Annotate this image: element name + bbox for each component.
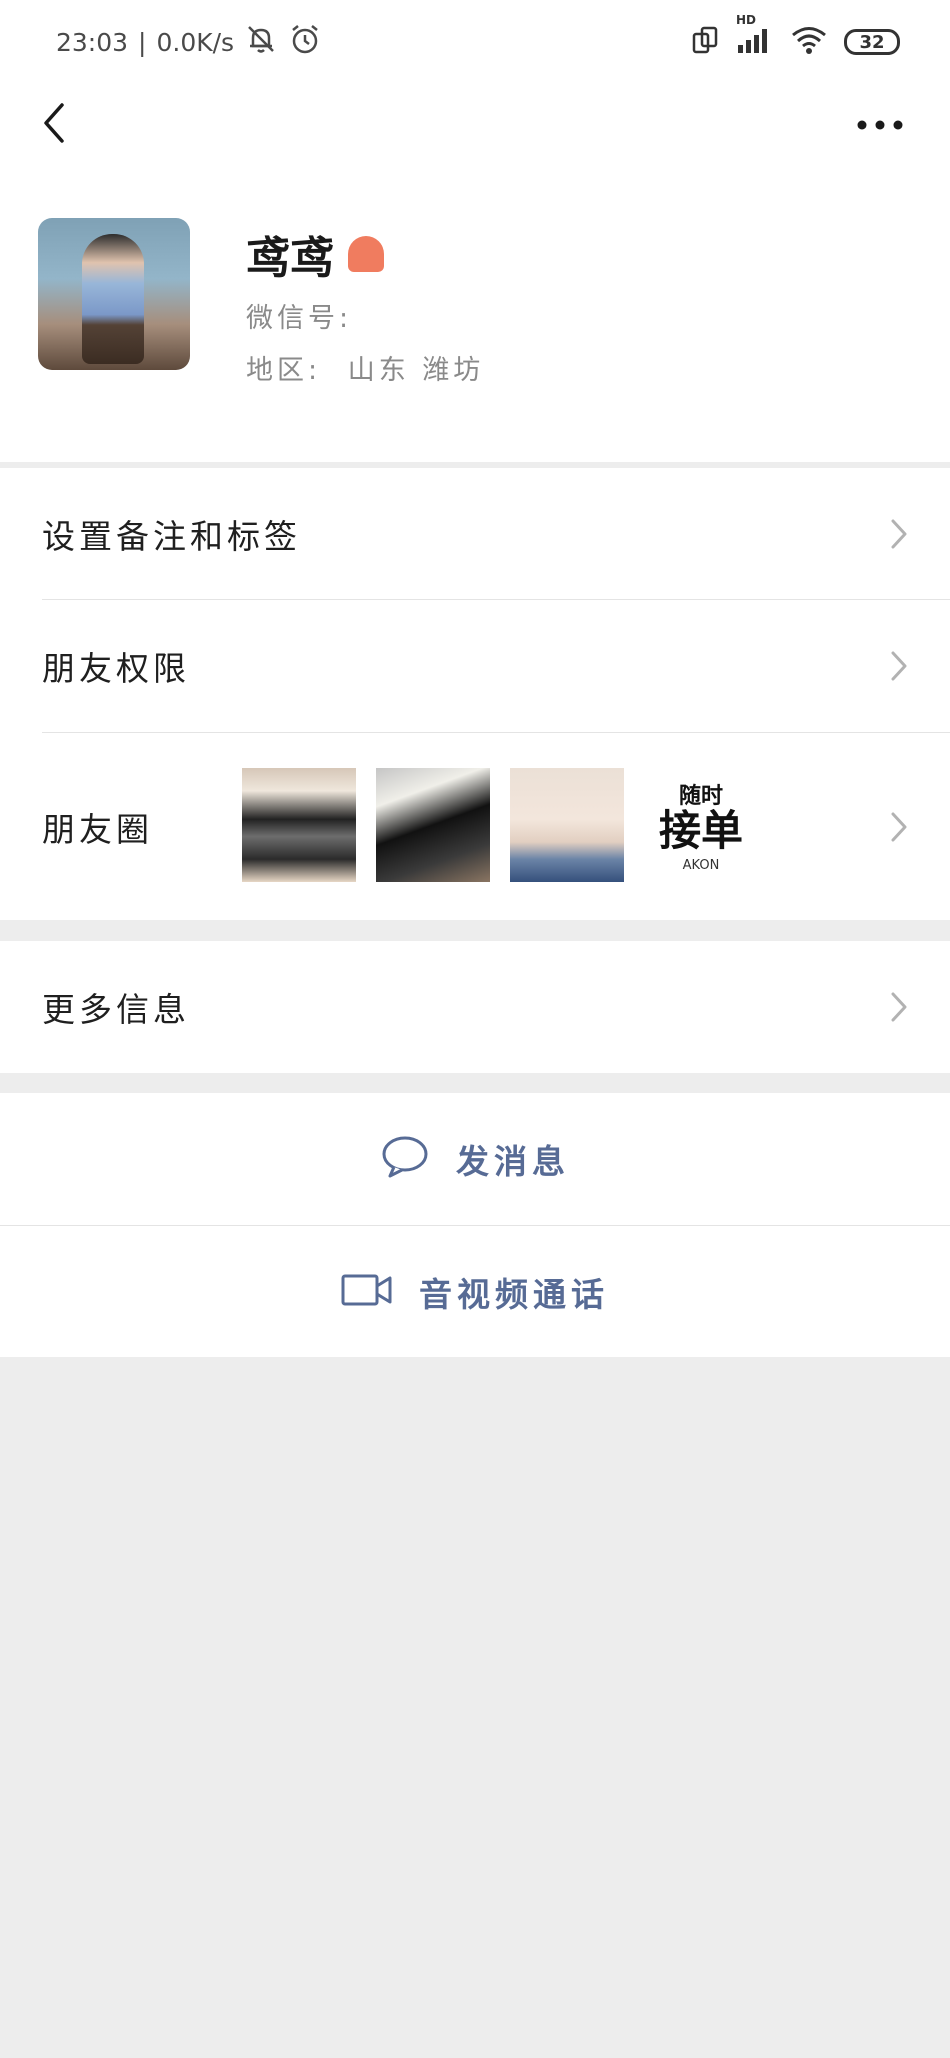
chevron-right-icon — [886, 987, 912, 1027]
avatar[interactable] — [38, 218, 190, 370]
video-call-button[interactable]: 音视频通话 — [0, 1226, 950, 1357]
battery-indicator: 32 — [844, 29, 900, 55]
chevron-right-icon — [886, 514, 912, 554]
thumb-tag: AKON — [682, 857, 720, 873]
friend-permissions-label: 朋友权限 — [42, 649, 190, 688]
moments-thumbnails: 随时 接单 AKON — [242, 768, 758, 882]
video-camera-icon — [341, 1273, 393, 1311]
status-bar: 23:03 | 0.0K/s HD 32 — [0, 0, 950, 84]
status-separator: | — [138, 27, 147, 57]
avatar-figure — [82, 234, 144, 364]
network-speed: 0.0K/s — [156, 27, 235, 57]
alarm-icon — [288, 22, 322, 62]
moments-thumbnail — [376, 768, 490, 882]
status-left: 23:03 | 0.0K/s — [56, 22, 322, 62]
remark-tags-row[interactable]: 设置备注和标签 — [0, 468, 950, 599]
gender-female-icon — [348, 236, 384, 272]
menu-card-main: 设置备注和标签 朋友权限 朋友圈 随时 接单 AKON — [0, 468, 950, 920]
status-time: 23:03 — [56, 27, 129, 57]
profile-header-area: 23:03 | 0.0K/s HD 32 鸢鸢 微信号: 地区: 山东 潍坊 — [0, 0, 950, 462]
send-message-label: 发消息 — [456, 1142, 570, 1181]
more-dots-icon — [856, 116, 904, 135]
thumb-top-text: 随时 — [678, 783, 723, 809]
hd-label: HD — [736, 13, 757, 27]
moments-row[interactable]: 朋友圈 随时 接单 AKON — [0, 733, 950, 920]
more-info-label: 更多信息 — [42, 990, 190, 1029]
actions-card: 发消息 音视频通话 — [0, 1093, 950, 1357]
moments-label: 朋友圈 — [42, 809, 153, 849]
profile-name: 鸢鸢 — [246, 233, 334, 284]
region-value: 山东 潍坊 — [347, 355, 485, 386]
back-button[interactable] — [28, 98, 78, 152]
moments-thumbnail — [510, 768, 624, 882]
moments-thumbnail — [242, 768, 356, 882]
rotation-lock-icon — [690, 24, 720, 60]
nav-bar — [0, 90, 950, 160]
chevron-right-icon — [886, 807, 912, 847]
status-right: HD 32 — [690, 13, 900, 62]
mute-icon — [244, 22, 278, 62]
chevron-right-icon — [886, 646, 912, 686]
signal-icon: HD — [736, 13, 774, 59]
more-info-row[interactable]: 更多信息 — [0, 941, 950, 1073]
wechat-id-row: 微信号: — [246, 296, 352, 335]
wechat-id-label: 微信号: — [246, 303, 353, 334]
profile-name-row: 鸢鸢 — [246, 222, 384, 286]
moments-thumbnail-text: 随时 接单 AKON — [644, 768, 758, 882]
send-message-button[interactable]: 发消息 — [0, 1093, 950, 1225]
battery-level: 32 — [859, 31, 885, 53]
friend-permissions-row[interactable]: 朋友权限 — [0, 600, 950, 732]
thumb-main-text: 接单 — [658, 805, 743, 855]
menu-card-more: 更多信息 — [0, 941, 950, 1073]
more-options-button[interactable] — [850, 98, 910, 152]
wifi-icon — [790, 25, 828, 59]
profile-info: 鸢鸢 微信号: 地区: 山东 潍坊 — [38, 218, 910, 388]
region-label: 地区: — [246, 355, 322, 386]
chat-bubble-icon — [380, 1134, 430, 1184]
region-row: 地区: 山东 潍坊 — [246, 348, 484, 387]
remark-tags-label: 设置备注和标签 — [42, 516, 301, 556]
back-arrow-icon — [38, 99, 68, 151]
video-call-label: 音视频通话 — [419, 1274, 609, 1314]
